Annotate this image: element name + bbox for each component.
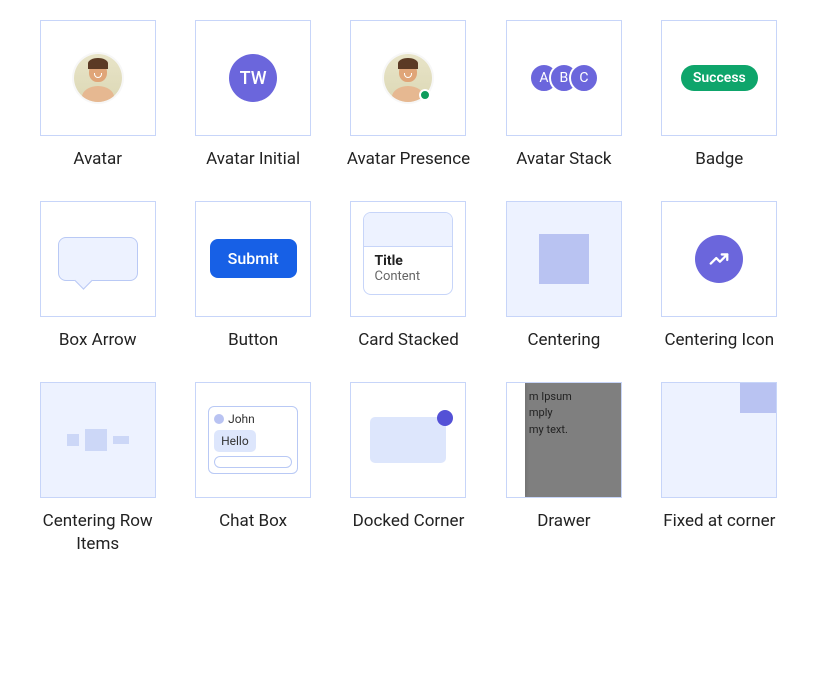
- docked-box-icon: [370, 417, 446, 463]
- label-badge: Badge: [695, 148, 743, 171]
- chat-box-icon: John Hello: [208, 406, 298, 474]
- thumb-avatar: [40, 20, 156, 136]
- item-avatar[interactable]: Avatar: [30, 20, 165, 171]
- avatar-icon: [74, 54, 122, 102]
- item-card-stacked[interactable]: Title Content Card Stacked: [341, 201, 476, 352]
- drawer-panel-icon: [507, 383, 525, 497]
- label-chat-box: Chat Box: [219, 510, 287, 533]
- thumb-button: Submit: [195, 201, 311, 317]
- item-chat-box[interactable]: John Hello Chat Box: [185, 382, 320, 556]
- label-avatar-presence: Avatar Presence: [347, 148, 470, 171]
- label-docked-corner: Docked Corner: [353, 510, 465, 533]
- item-avatar-presence[interactable]: Avatar Presence: [341, 20, 476, 171]
- thumb-centering-row: [40, 382, 156, 498]
- avatar-stack-icon: A B C: [529, 63, 599, 93]
- label-centering: Centering: [527, 329, 600, 352]
- avatar-initial-icon: TW: [229, 54, 277, 102]
- presence-dot-icon: [419, 89, 431, 101]
- submit-button: Submit: [210, 239, 297, 278]
- corner-square-icon: [740, 383, 776, 413]
- corner-dot-icon: [437, 410, 453, 426]
- thumb-avatar-stack: A B C: [506, 20, 622, 136]
- chat-avatar-icon: [214, 414, 224, 424]
- card-title: Title: [374, 253, 442, 269]
- item-box-arrow[interactable]: Box Arrow: [30, 201, 165, 352]
- item-centering[interactable]: Centering: [496, 201, 631, 352]
- row-items-icon: [67, 429, 129, 451]
- item-avatar-stack[interactable]: A B C Avatar Stack: [496, 20, 631, 171]
- thumb-badge: Success: [661, 20, 777, 136]
- thumb-drawer: m Ipsum mply my text.: [506, 382, 622, 498]
- item-badge[interactable]: Success Badge: [652, 20, 787, 171]
- avatar-presence-icon: [384, 54, 432, 102]
- drawer-text: m Ipsum mply my text.: [529, 389, 572, 439]
- label-centering-icon: Centering Icon: [664, 329, 774, 352]
- thumb-centering: [506, 201, 622, 317]
- card-content: Content: [374, 269, 442, 284]
- thumb-card-stacked: Title Content: [350, 201, 466, 317]
- label-centering-row: Centering Row Items: [30, 510, 165, 556]
- label-avatar-stack: Avatar Stack: [516, 148, 611, 171]
- label-fixed-corner: Fixed at corner: [663, 510, 775, 533]
- item-drawer[interactable]: m Ipsum mply my text. Drawer: [496, 382, 631, 556]
- trend-up-icon: [695, 235, 743, 283]
- speech-bubble-icon: [58, 237, 138, 281]
- item-button[interactable]: Submit Button: [185, 201, 320, 352]
- label-avatar-initial: Avatar Initial: [206, 148, 300, 171]
- label-card-stacked: Card Stacked: [358, 329, 459, 352]
- component-grid: Avatar TW Avatar Initial Avatar Presence…: [30, 20, 787, 556]
- badge-pill: Success: [681, 65, 758, 91]
- item-centering-icon[interactable]: Centering Icon: [652, 201, 787, 352]
- thumb-fixed-corner: [661, 382, 777, 498]
- item-avatar-initial[interactable]: TW Avatar Initial: [185, 20, 320, 171]
- chat-input: [214, 456, 292, 468]
- thumb-avatar-presence: [350, 20, 466, 136]
- item-docked-corner[interactable]: Docked Corner: [341, 382, 476, 556]
- label-drawer: Drawer: [537, 510, 590, 533]
- thumb-avatar-initial: TW: [195, 20, 311, 136]
- centered-square-icon: [539, 234, 589, 284]
- thumb-box-arrow: [40, 201, 156, 317]
- label-button: Button: [228, 329, 278, 352]
- item-centering-row[interactable]: Centering Row Items: [30, 382, 165, 556]
- label-box-arrow: Box Arrow: [59, 329, 137, 352]
- thumb-chat-box: John Hello: [195, 382, 311, 498]
- label-avatar: Avatar: [73, 148, 122, 171]
- chat-message: Hello: [214, 430, 256, 452]
- thumb-centering-icon: [661, 201, 777, 317]
- drawer-overlay-icon: m Ipsum mply my text.: [507, 383, 621, 497]
- thumb-docked-corner: [350, 382, 466, 498]
- chat-header: John: [214, 412, 292, 426]
- chat-user: John: [228, 412, 255, 426]
- item-fixed-corner[interactable]: Fixed at corner: [652, 382, 787, 556]
- card-stacked-icon: Title Content: [363, 212, 453, 295]
